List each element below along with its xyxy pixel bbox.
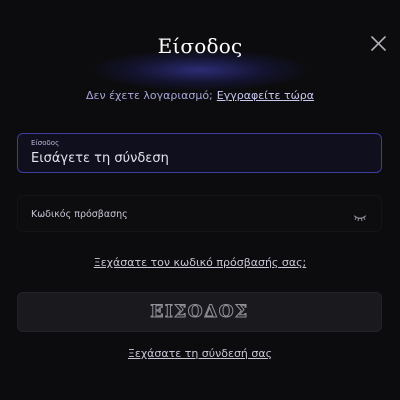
password-placeholder: Κωδικός πρόσβασης xyxy=(31,209,128,220)
login-field-value: Εισάγετε τη σύνδεση xyxy=(31,151,169,166)
login-submit-label: ΕΙΣΟΔΟΣ xyxy=(150,302,249,323)
signup-link[interactable]: Εγγραφείτε τώρα xyxy=(217,89,314,102)
login-modal: Είσοδος Δεν έχετε λογαριασμό; Εγγραφείτε … xyxy=(0,0,400,400)
signup-prompt-line: Δεν έχετε λογαριασμό; Εγγραφείτε τώρα xyxy=(0,89,400,102)
close-button[interactable] xyxy=(368,33,390,55)
forgot-password-link[interactable]: Ξεχάσατε τον κωδικό πρόσβασής σας; xyxy=(0,256,400,269)
modal-title: Είσοδος xyxy=(157,34,243,58)
password-input[interactable]: Κωδικός πρόσβασης xyxy=(17,195,382,232)
login-field-label: Είσοδος xyxy=(31,139,60,147)
forgot-login-link[interactable]: Ξεχάσατε τη σύνδεσή σας xyxy=(0,347,400,360)
eye-closed-icon xyxy=(353,215,367,222)
close-icon xyxy=(371,36,386,51)
login-submit-button[interactable]: ΕΙΣΟΔΟΣ xyxy=(17,292,382,332)
password-visibility-toggle[interactable] xyxy=(353,208,367,222)
login-input[interactable]: Είσοδος Εισάγετε τη σύνδεση xyxy=(17,133,382,173)
signup-prompt-text: Δεν έχετε λογαριασμό; xyxy=(85,89,213,102)
